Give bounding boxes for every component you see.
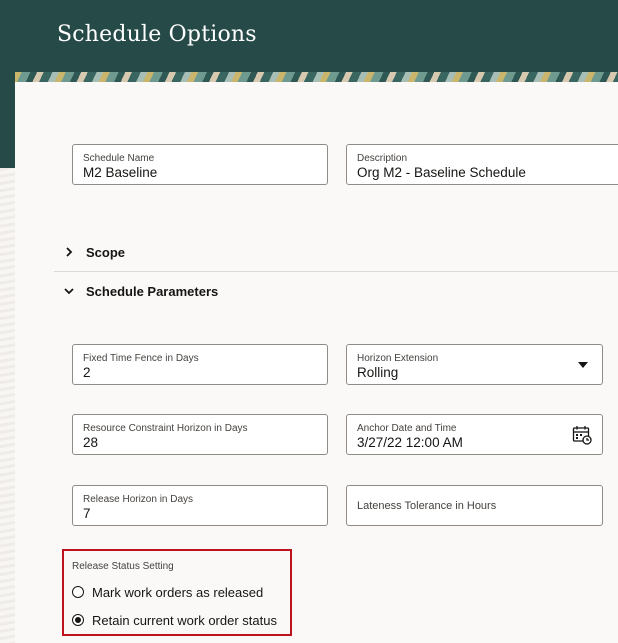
- description-value: Org M2 - Baseline Schedule: [357, 165, 526, 180]
- description-label: Description: [357, 153, 408, 164]
- release-status-setting-group: Release Status Setting Mark work orders …: [62, 549, 292, 636]
- lateness-tolerance-label: Lateness Tolerance in Hours: [357, 500, 497, 512]
- fixed-time-fence-label: Fixed Time Fence in Days: [83, 353, 199, 364]
- horizon-extension-value: Rolling: [357, 365, 399, 380]
- chevron-right-icon[interactable]: [64, 247, 74, 257]
- decorative-banner-pattern: [15, 72, 618, 82]
- fixed-time-fence-value: 2: [83, 365, 91, 380]
- radio-button[interactable]: [72, 586, 84, 598]
- dropdown-caret-icon[interactable]: [578, 362, 588, 368]
- calendar-icon[interactable]: [572, 425, 592, 445]
- release-horizon-field[interactable]: Release Horizon in Days 7: [72, 485, 328, 526]
- radio-label: Retain current work order status: [92, 613, 277, 628]
- anchor-date-value: 3/27/22 12:00 AM: [357, 435, 463, 450]
- section-divider: [54, 271, 618, 272]
- description-field[interactable]: Description Org M2 - Baseline Schedule: [346, 144, 618, 185]
- radio-label: Mark work orders as released: [92, 585, 264, 600]
- anchor-date-field[interactable]: Anchor Date and Time 3/27/22 12:00 AM: [346, 414, 603, 455]
- schedule-name-value: M2 Baseline: [83, 165, 158, 180]
- radio-button-selected[interactable]: [72, 614, 84, 626]
- schedule-name-field[interactable]: Schedule Name M2 Baseline: [72, 144, 328, 185]
- release-horizon-value: 7: [83, 506, 91, 521]
- release-status-label: Release Status Setting: [72, 561, 174, 572]
- page-title: Schedule Options: [57, 22, 257, 47]
- schedule-name-label: Schedule Name: [83, 153, 155, 164]
- resource-constraint-horizon-value: 28: [83, 435, 99, 450]
- chevron-down-icon[interactable]: [64, 286, 74, 296]
- section-schedule-parameters[interactable]: Schedule Parameters: [86, 284, 218, 299]
- section-scope[interactable]: Scope: [86, 245, 125, 260]
- resource-constraint-horizon-field[interactable]: Resource Constraint Horizon in Days 28: [72, 414, 328, 455]
- lateness-tolerance-field[interactable]: Lateness Tolerance in Hours: [346, 485, 603, 526]
- horizon-extension-select[interactable]: Horizon Extension Rolling: [346, 344, 603, 385]
- release-horizon-label: Release Horizon in Days: [83, 494, 194, 505]
- fixed-time-fence-field[interactable]: Fixed Time Fence in Days 2: [72, 344, 328, 385]
- horizon-extension-label: Horizon Extension: [357, 353, 439, 364]
- anchor-date-label: Anchor Date and Time: [357, 423, 457, 434]
- resource-constraint-horizon-label: Resource Constraint Horizon in Days: [83, 423, 248, 434]
- background-texture: [0, 168, 15, 643]
